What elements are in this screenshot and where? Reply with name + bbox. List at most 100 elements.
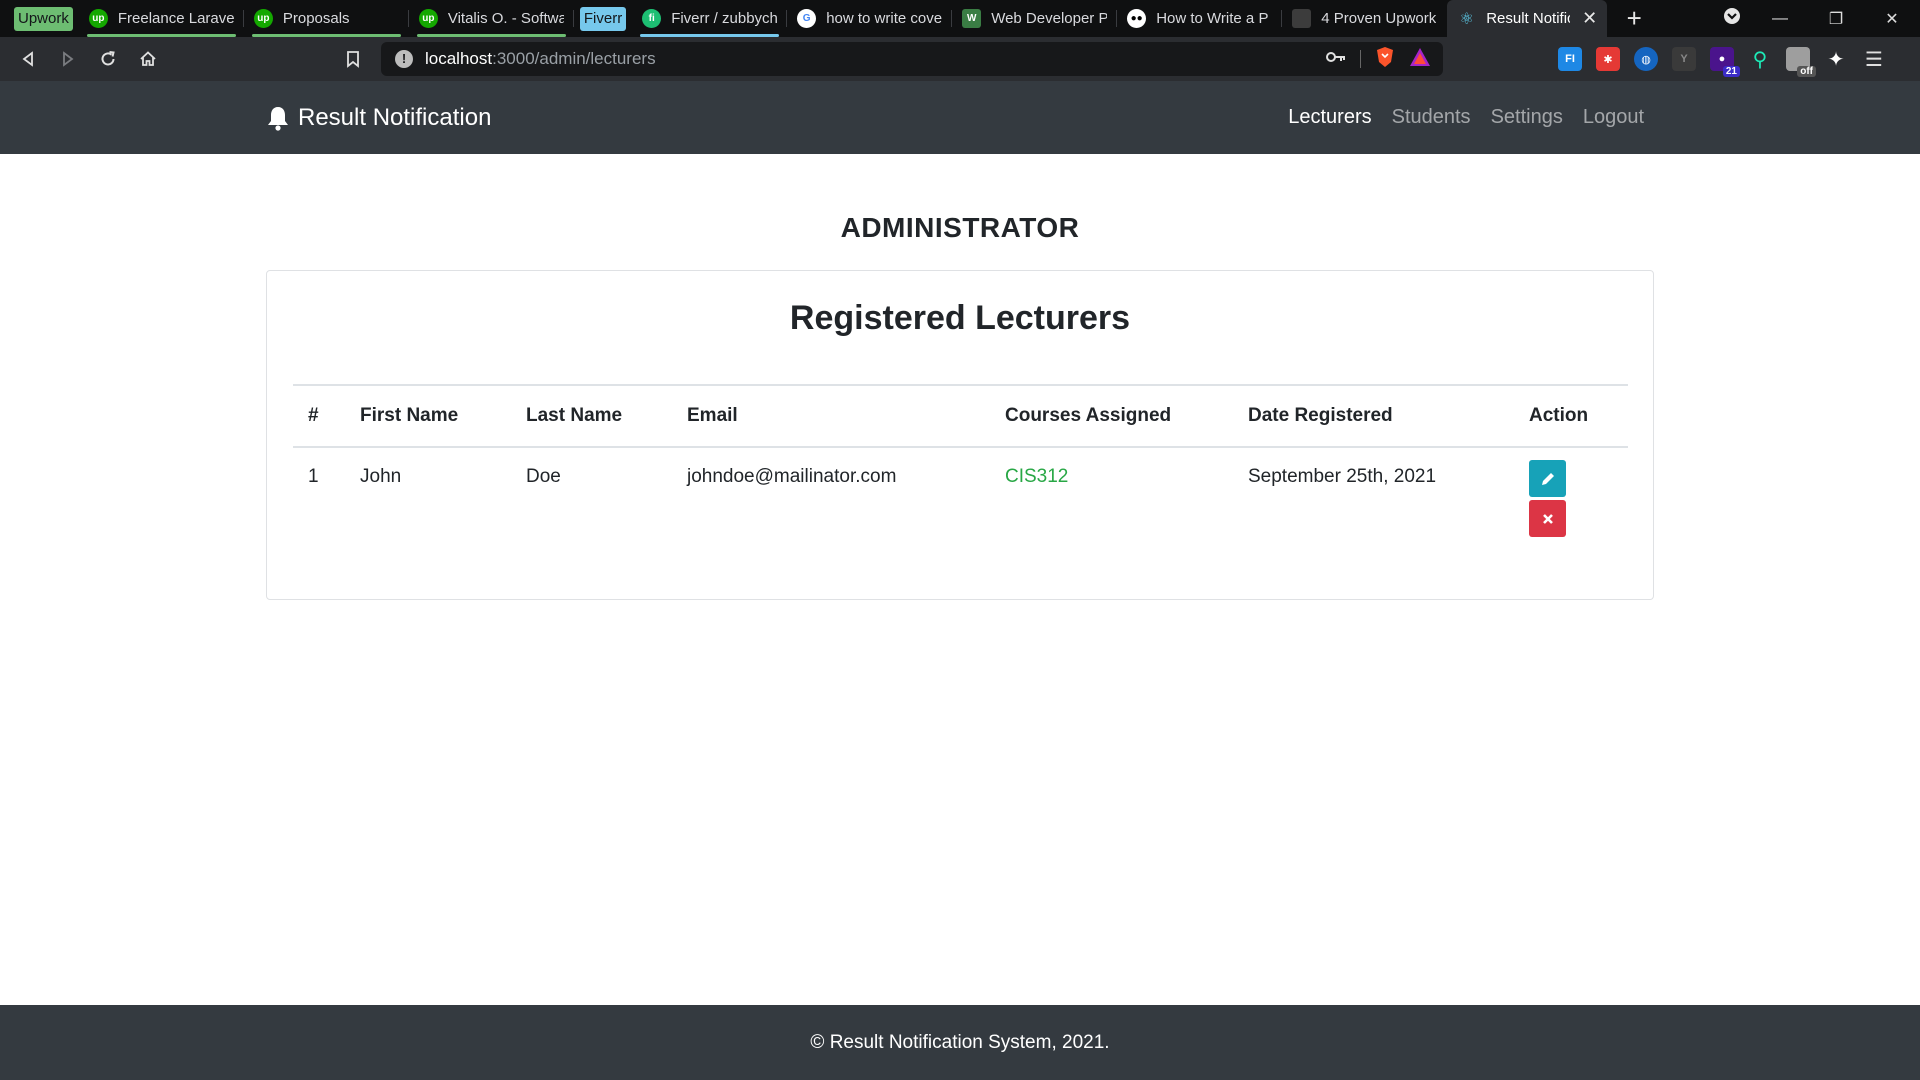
extension-icon[interactable]: FI — [1558, 47, 1582, 71]
brave-shields-icon[interactable] — [1375, 46, 1395, 73]
upwork-icon: up — [418, 9, 438, 28]
cell-first-name: John — [360, 466, 402, 487]
browser-toolbar: ! localhost:3000/admin/lecturers FI ✱ ◍ … — [0, 37, 1920, 81]
cell-date-registered: September 25th, 2021 — [1248, 466, 1437, 487]
extensions-puzzle-icon[interactable]: ✦ — [1824, 47, 1848, 71]
column-header-first-name: First Name — [345, 384, 511, 448]
back-icon[interactable] — [8, 39, 48, 79]
browser-tab[interactable]: G how to write cove — [787, 0, 953, 37]
browser-tab[interactable]: up Proposals — [244, 0, 409, 37]
tab-title: Web Developer P — [991, 10, 1108, 27]
address-bar-actions — [1326, 42, 1431, 76]
column-header-number: # — [293, 384, 345, 448]
column-header-courses: Courses Assigned — [990, 384, 1233, 448]
browser-tab[interactable]: up Freelance Laravel — [79, 0, 244, 37]
cell-email: johndoe@mailinator.com — [687, 466, 897, 487]
lecturers-table: # First Name Last Name Email Courses Ass… — [293, 384, 1628, 567]
browser-tab[interactable]: up Vitalis O. - Softwa — [409, 0, 574, 37]
google-icon: G — [797, 9, 817, 28]
bookmark-icon[interactable] — [333, 39, 373, 79]
edit-button[interactable] — [1529, 460, 1566, 497]
extension-icon[interactable]: off — [1786, 47, 1816, 77]
url-path: :3000/admin/lecturers — [492, 49, 656, 68]
nav-link-students[interactable]: Students — [1392, 106, 1471, 129]
column-header-last-name: Last Name — [511, 384, 672, 448]
bell-icon — [268, 106, 288, 131]
brave-rewards-icon[interactable] — [1409, 47, 1431, 72]
browser-tab-strip: Upwork up Freelance Laravel up Proposals… — [0, 0, 1920, 37]
tab-title: how to write cove — [826, 10, 943, 27]
tab-search-icon[interactable] — [1712, 7, 1752, 30]
tab-title: Vitalis O. - Softwa — [447, 10, 564, 27]
cell-course-link[interactable]: CIS312 — [990, 447, 1233, 567]
table-row: 1 John Doe johndoe@mailinator.com CIS312… — [293, 447, 1628, 567]
browser-tab[interactable]: 4 Proven Upwork — [1282, 0, 1447, 37]
navbar-links: Lecturers Students Settings Logout — [1288, 101, 1644, 134]
page-icon: W — [962, 9, 982, 28]
new-tab-button[interactable]: + — [1619, 3, 1649, 34]
extensions-area: FI ✱ ◍ Y ● 21 ⚲ off ✦ ☰ — [1558, 37, 1886, 81]
browser-menu-icon[interactable]: ☰ — [1862, 47, 1886, 71]
cell-actions — [1514, 447, 1628, 567]
column-header-email: Email — [672, 384, 990, 448]
restore-icon[interactable]: ❐ — [1808, 9, 1864, 29]
pencil-icon — [1541, 472, 1554, 485]
extension-off-badge: off — [1797, 66, 1816, 77]
extension-globe-icon[interactable]: ◍ — [1634, 47, 1658, 71]
lecturers-card: Registered Lecturers # First Name Last N… — [266, 270, 1654, 600]
minimize-icon[interactable]: — — [1752, 10, 1808, 28]
page-footer: © Result Notification System, 2021. — [0, 1005, 1920, 1080]
medium-icon: ●● — [1127, 9, 1147, 28]
browser-tab-active[interactable]: ⚛ Result Notific ✕ — [1447, 0, 1608, 37]
tab-divider — [572, 10, 574, 27]
cell-number: 1 — [308, 466, 319, 487]
tab-title: 4 Proven Upwork — [1321, 10, 1437, 27]
tab-title: Proposals — [282, 10, 350, 27]
tab-group-upwork[interactable]: Upwork — [14, 6, 73, 31]
forward-icon[interactable] — [48, 39, 88, 79]
divider — [1360, 50, 1361, 68]
address-bar[interactable]: ! localhost:3000/admin/lecturers — [381, 42, 1443, 76]
tab-title: Freelance Laravel — [117, 10, 234, 27]
footer-text: © Result Notification System, 2021. — [810, 1031, 1110, 1053]
extension-badge: 21 — [1722, 66, 1740, 77]
fiverr-icon: fi — [642, 9, 662, 28]
react-icon: ⚛ — [1459, 10, 1474, 28]
site-info-icon[interactable]: ! — [395, 50, 413, 68]
page-icon — [1292, 9, 1312, 28]
tab-title: Result Notific — [1486, 10, 1571, 27]
url-host: localhost — [425, 49, 493, 68]
delete-button[interactable] — [1529, 500, 1566, 537]
close-window-icon[interactable]: ✕ — [1864, 9, 1920, 29]
extension-icon[interactable]: ⚲ — [1748, 47, 1772, 71]
close-tab-icon[interactable]: ✕ — [1582, 8, 1597, 29]
url-text: localhost:3000/admin/lecturers — [425, 49, 656, 69]
tab-title: How to Write a P — [1156, 10, 1269, 27]
reload-icon[interactable] — [88, 39, 128, 79]
key-icon[interactable] — [1326, 50, 1346, 68]
extension-icon[interactable]: Y — [1672, 47, 1696, 71]
brand-title: Result Notification — [298, 103, 492, 131]
nav-link-lecturers[interactable]: Lecturers — [1288, 106, 1371, 129]
browser-tab[interactable]: ●● How to Write a P — [1117, 0, 1283, 37]
tab-group-fiverr[interactable]: Fiverr — [579, 6, 627, 31]
tab-title: Fiverr / zubbychar — [671, 10, 778, 27]
browser-tab[interactable]: W Web Developer P — [952, 0, 1118, 37]
app-navbar: Result Notification Lecturers Students S… — [0, 81, 1920, 154]
table-header-row: # First Name Last Name Email Courses Ass… — [293, 384, 1628, 448]
card-title: Registered Lecturers — [789, 299, 1131, 337]
page-heading: ADMINISTRATOR — [840, 212, 1080, 243]
browser-tab[interactable]: fi Fiverr / zubbychar — [632, 0, 788, 37]
upwork-icon: up — [253, 9, 273, 28]
navbar-brand[interactable]: Result Notification — [266, 101, 491, 134]
nav-link-logout[interactable]: Logout — [1583, 106, 1644, 129]
extension-icon[interactable]: ● 21 — [1710, 47, 1740, 77]
cell-last-name: Doe — [526, 466, 561, 487]
home-icon[interactable] — [128, 39, 168, 79]
column-header-action: Action — [1514, 384, 1628, 448]
upwork-icon: up — [88, 9, 108, 28]
window-controls: — ❐ ✕ — [1712, 0, 1920, 37]
extension-icon[interactable]: ✱ — [1596, 47, 1620, 71]
close-icon — [1542, 513, 1553, 524]
nav-link-settings[interactable]: Settings — [1491, 106, 1563, 129]
